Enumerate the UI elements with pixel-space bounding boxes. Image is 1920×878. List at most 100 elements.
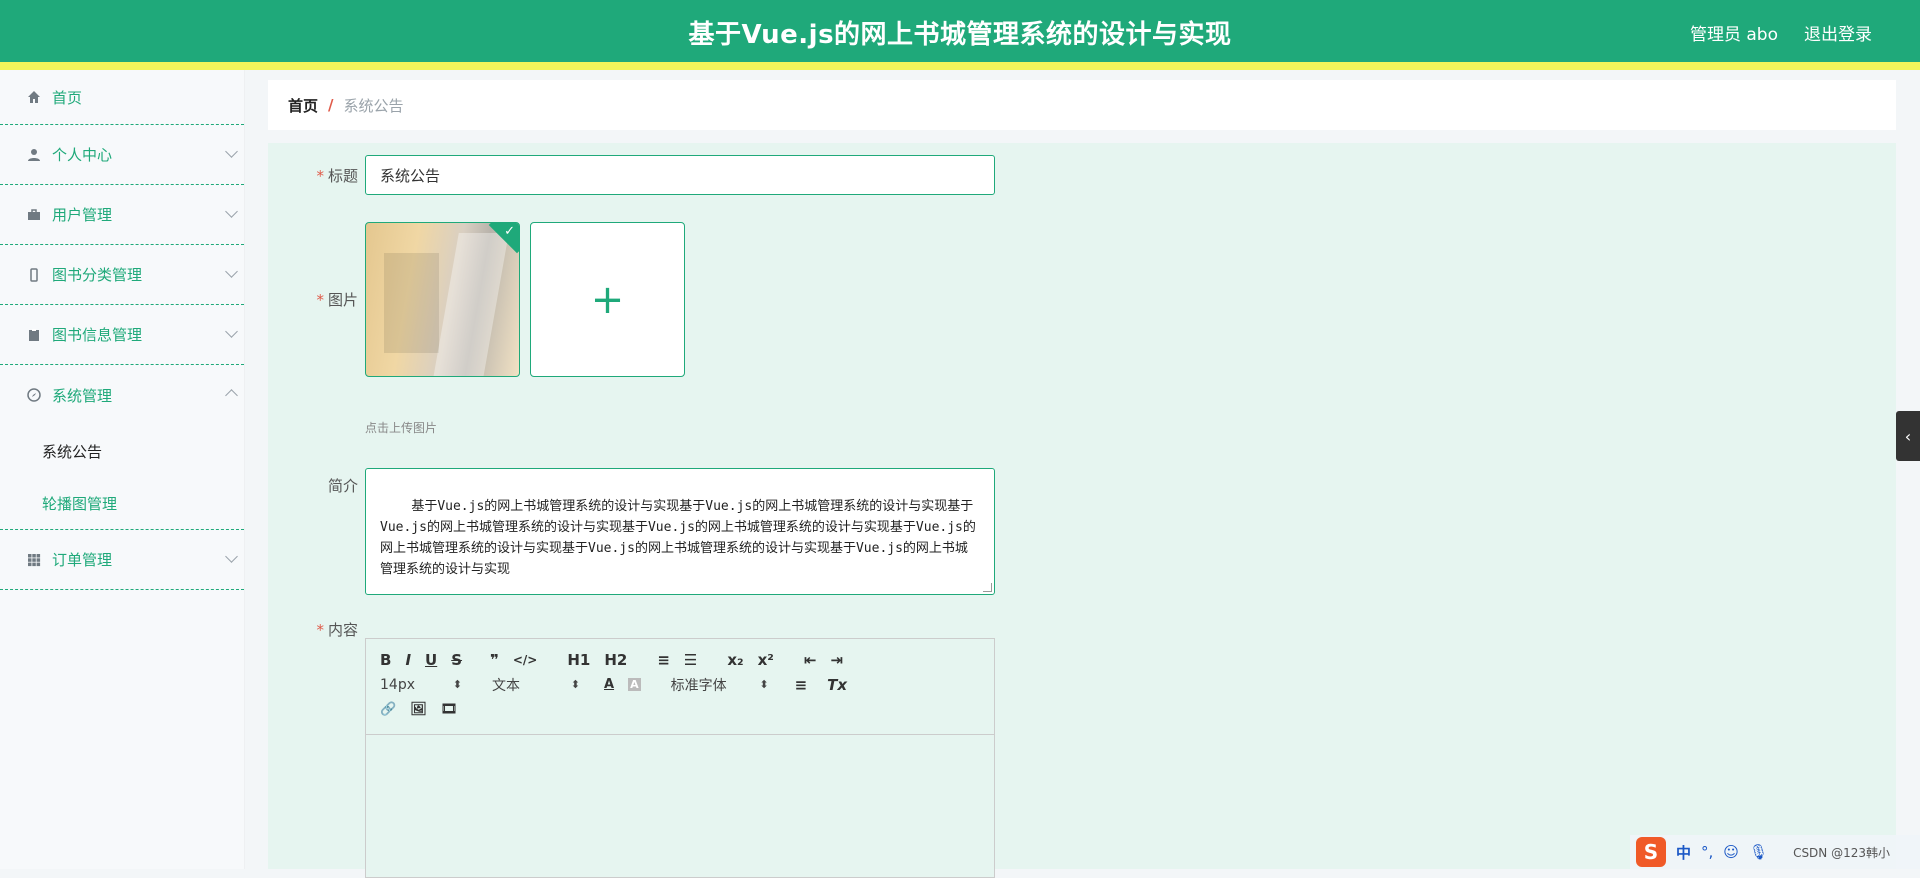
toolbar-row-2: 14px ⬍ 文本 ⬍ A A 标准字体 ⬍ ≡ Tx bbox=[380, 672, 984, 697]
select-arrows-icon: ⬍ bbox=[570, 678, 580, 691]
subscript-button[interactable]: x₂ bbox=[727, 651, 743, 669]
ime-toolbar: S 中 °, ☺ 🎙 CSDN @123韩小 bbox=[1630, 835, 1920, 869]
sogou-logo-icon[interactable]: S bbox=[1636, 837, 1666, 867]
sidebar-item-label: 用户管理 bbox=[52, 206, 113, 224]
sidebar-item-label: 首页 bbox=[52, 88, 83, 107]
video-button[interactable]: 🎞 bbox=[441, 702, 458, 717]
chevron-down-icon bbox=[225, 550, 238, 563]
superscript-button[interactable]: x² bbox=[758, 651, 774, 669]
breadcrumb-home[interactable]: 首页 bbox=[288, 95, 318, 116]
bold-button[interactable]: B bbox=[380, 651, 391, 669]
sidebar-item-system[interactable]: 系统管理 bbox=[0, 365, 244, 425]
strikethrough-button[interactable]: S bbox=[451, 651, 462, 669]
required-mark: * bbox=[316, 167, 324, 185]
font-family-value: 标准字体 bbox=[670, 677, 727, 694]
bullet-list-button[interactable]: ☰ bbox=[684, 651, 697, 669]
font-color-button[interactable]: A bbox=[604, 677, 614, 692]
italic-button[interactable]: I bbox=[405, 651, 411, 669]
image-button[interactable]: 🖼 bbox=[410, 702, 427, 717]
image-label-text: 图片 bbox=[327, 291, 358, 309]
ordered-list-button[interactable]: ≡ bbox=[657, 651, 670, 669]
background-color-button[interactable]: A bbox=[628, 678, 641, 691]
ime-mode-button[interactable]: 中 bbox=[1676, 842, 1691, 863]
grid-icon bbox=[26, 552, 42, 568]
chevron-left-icon: ‹ bbox=[1904, 426, 1912, 446]
rich-text-editor: B I U S ❞ </> H1 H2 ≡ ☰ x₂ x² ⇤ ⇥ 14px ⬍ bbox=[365, 638, 995, 878]
sidebar-item-home[interactable]: 首页 bbox=[0, 70, 244, 125]
sidebar-item-profile[interactable]: 个人中心 bbox=[0, 125, 244, 185]
chevron-down-icon bbox=[225, 145, 238, 158]
sidebar-subitem-announcement[interactable]: 系统公告 bbox=[0, 425, 244, 477]
user-area: 管理员 abo 退出登录 bbox=[1690, 20, 1872, 45]
sidebar-item-orders[interactable]: 订单管理 bbox=[0, 530, 244, 590]
title-input-value: 系统公告 bbox=[380, 166, 441, 185]
uploaded-image-thumbnail[interactable]: ✓ bbox=[365, 222, 520, 377]
chevron-down-icon bbox=[225, 265, 238, 278]
collapse-panel-button[interactable]: ‹ bbox=[1896, 411, 1920, 461]
intro-label-text: 简介 bbox=[327, 477, 358, 495]
sidebar-subitem-carousel[interactable]: 轮播图管理 bbox=[0, 477, 244, 529]
heading2-button[interactable]: H2 bbox=[604, 651, 627, 669]
sidebar-item-label: 个人中心 bbox=[52, 146, 113, 164]
briefcase-icon bbox=[26, 207, 42, 223]
toolbar-row-3: 🔗 🖼 🎞 bbox=[380, 697, 984, 722]
intro-textarea-value: 基于Vue.js的网上书城管理系统的设计与实现基于Vue.js的网上书城管理系统… bbox=[380, 499, 976, 577]
microphone-icon[interactable]: 🎙 bbox=[1749, 843, 1768, 861]
font-family-select[interactable]: 标准字体 ⬍ bbox=[671, 675, 769, 695]
check-icon: ✓ bbox=[504, 224, 515, 239]
sidebar-item-book-category[interactable]: 图书分类管理 bbox=[0, 245, 244, 305]
resize-handle[interactable] bbox=[983, 583, 992, 592]
breadcrumb-current: 系统公告 bbox=[343, 96, 404, 115]
title-label-text: 标题 bbox=[327, 167, 358, 185]
sidebar-item-book-info[interactable]: 图书信息管理 bbox=[0, 305, 244, 365]
form-panel: * 标题 系统公告 * 图片 ✓ + 点击上传图片 简介 基于Vue.js的网上书城… bbox=[268, 143, 1896, 878]
image-label: * 图片 bbox=[268, 289, 358, 310]
indent-button[interactable]: ⇥ bbox=[830, 651, 843, 669]
header-accent-bar bbox=[0, 62, 1920, 70]
page-title: 基于Vue.js的网上书城管理系统的设计与实现 bbox=[688, 20, 1232, 50]
editor-toolbar: B I U S ❞ </> H1 H2 ≡ ☰ x₂ x² ⇤ ⇥ 14px ⬍ bbox=[366, 639, 994, 735]
block-format-select[interactable]: 文本 ⬍ bbox=[492, 675, 580, 695]
outdent-button[interactable]: ⇤ bbox=[804, 651, 817, 669]
punctuation-icon[interactable]: °, bbox=[1701, 843, 1713, 861]
title-input[interactable]: 系统公告 bbox=[365, 155, 995, 195]
title-label: * 标题 bbox=[268, 165, 358, 186]
breadcrumb-separator: / bbox=[328, 96, 334, 114]
underline-button[interactable]: U bbox=[425, 651, 437, 669]
upload-hint: 点击上传图片 bbox=[365, 421, 438, 435]
thumbnail-highlight bbox=[433, 233, 509, 376]
code-block-button[interactable]: </> bbox=[513, 653, 538, 667]
phone-icon bbox=[26, 267, 42, 283]
font-size-select[interactable]: 14px ⬍ bbox=[380, 677, 462, 693]
emoji-icon[interactable]: ☺ bbox=[1723, 843, 1739, 861]
admin-user-label[interactable]: 管理员 abo bbox=[1690, 20, 1778, 45]
toolbar-row-1: B I U S ❞ </> H1 H2 ≡ ☰ x₂ x² ⇤ ⇥ bbox=[380, 647, 984, 672]
thumbnail-shade bbox=[384, 253, 439, 353]
sidebar: 首页 个人中心 用户管理 图书分类管理 图书信息管理 系统管理 系统公告 轮播图… bbox=[0, 70, 245, 869]
chevron-up-icon bbox=[225, 389, 238, 402]
compass-icon bbox=[26, 387, 42, 403]
clear-format-button[interactable]: Tx bbox=[827, 676, 847, 694]
home-icon bbox=[26, 89, 42, 105]
top-header: 基于Vue.js的网上书城管理系统的设计与实现 管理员 abo 退出登录 bbox=[0, 0, 1920, 70]
chevron-down-icon bbox=[225, 205, 238, 218]
editor-content-area[interactable] bbox=[366, 735, 994, 875]
blockquote-button[interactable]: ❞ bbox=[490, 651, 499, 669]
heading1-button[interactable]: H1 bbox=[567, 651, 590, 669]
chevron-down-icon bbox=[225, 325, 238, 338]
link-button[interactable]: 🔗 bbox=[380, 702, 396, 717]
intro-label: 简介 bbox=[268, 475, 358, 496]
sidebar-item-label: 图书信息管理 bbox=[52, 326, 143, 344]
system-submenu: 系统公告 轮播图管理 bbox=[0, 425, 244, 530]
upload-image-button[interactable]: + bbox=[530, 222, 685, 377]
intro-textarea[interactable]: 基于Vue.js的网上书城管理系统的设计与实现基于Vue.js的网上书城管理系统… bbox=[365, 468, 995, 595]
required-mark: * bbox=[316, 621, 324, 639]
content-label: * 内容 bbox=[268, 619, 358, 640]
content-label-text: 内容 bbox=[327, 621, 358, 639]
logout-link[interactable]: 退出登录 bbox=[1804, 20, 1872, 45]
clipboard-icon bbox=[26, 327, 42, 343]
align-button[interactable]: ≡ bbox=[795, 676, 808, 694]
block-format-value: 文本 bbox=[492, 677, 520, 694]
select-arrows-icon: ⬍ bbox=[452, 678, 462, 691]
sidebar-item-users[interactable]: 用户管理 bbox=[0, 185, 244, 245]
